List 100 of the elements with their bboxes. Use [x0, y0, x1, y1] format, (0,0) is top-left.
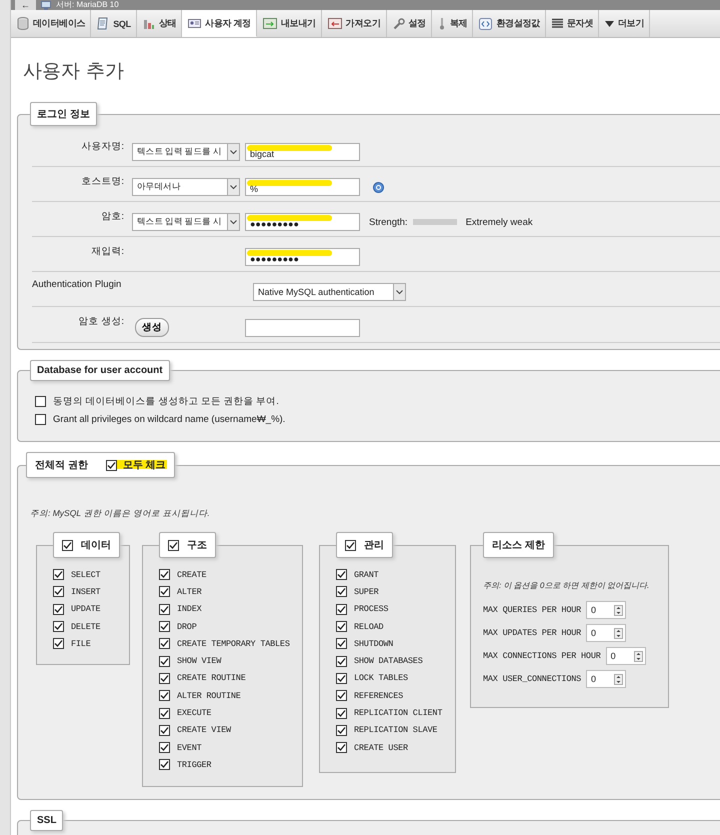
checkbox[interactable]: [159, 759, 170, 770]
field-label: 암호 생성:: [78, 315, 125, 328]
tab[interactable]: 복제: [432, 10, 474, 37]
tab[interactable]: 더보기: [598, 10, 650, 37]
checkbox[interactable]: [336, 742, 347, 754]
checkbox[interactable]: [336, 690, 347, 702]
limit-label: MAX QUERIES PER HOUR: [483, 605, 582, 615]
tab[interactable]: SQL: [91, 10, 137, 37]
dropdown[interactable]: 아무데서나: [132, 178, 240, 196]
tab[interactable]: 가져오기: [322, 10, 387, 37]
checkbox[interactable]: [53, 586, 64, 598]
strength-text: Extremely weak: [466, 216, 533, 228]
tab[interactable]: 설정: [386, 10, 432, 37]
privilege-label: INSERT: [71, 586, 100, 597]
input-field[interactable]: ●●●●●●●●●: [245, 213, 360, 231]
checkbox[interactable]: [62, 540, 73, 550]
input-field[interactable]: ●●●●●●●●●: [245, 248, 360, 266]
generate-button[interactable]: 생성: [135, 318, 169, 337]
tab[interactable]: 환경설정값: [473, 10, 546, 37]
spinner-arrows-icon[interactable]: [614, 674, 624, 684]
input-field[interactable]: %: [245, 178, 360, 196]
privilege-label: CREATE VIEW: [177, 725, 231, 736]
checkbox[interactable]: [159, 569, 170, 580]
privilege-label: INDEX: [177, 604, 202, 614]
privilege-label: ALTER ROUTINE: [177, 690, 241, 701]
tab[interactable]: 데이터베이스: [11, 10, 92, 37]
list-icon: [552, 18, 563, 29]
dropdown[interactable]: 텍스트 입력 필드를 시: [132, 143, 240, 161]
input-field[interactable]: [245, 318, 360, 336]
checkbox[interactable]: [159, 621, 170, 632]
field-label: 암호:: [100, 210, 125, 223]
privilege-label: EVENT: [177, 742, 202, 753]
checkbox[interactable]: [53, 621, 64, 632]
privilege-label: SHUTDOWN: [354, 638, 394, 649]
field-label: Authentication Plugin: [32, 279, 122, 290]
checkbox[interactable]: [336, 708, 347, 719]
privilege-label: UPDATE: [71, 604, 100, 614]
checkbox[interactable]: [106, 460, 117, 470]
help-icon[interactable]: [373, 182, 384, 192]
tab[interactable]: 문자셋: [546, 10, 599, 37]
checkbox[interactable]: [159, 672, 170, 684]
legend-text: 구조: [187, 539, 207, 552]
checkbox[interactable]: [53, 604, 64, 615]
server-icon: [41, 0, 51, 10]
dropdown[interactable]: 텍스트 입력 필드를 시: [132, 213, 240, 231]
privilege-label: LOCK TABLES: [354, 673, 408, 684]
checkbox[interactable]: [336, 586, 347, 598]
input-field[interactable]: bigcat: [245, 143, 360, 161]
privilege-label: PROCESS: [354, 604, 388, 614]
spinner-arrows-icon[interactable]: [614, 628, 624, 638]
checkbox[interactable]: [336, 621, 347, 632]
tab[interactable]: 사용자 계정: [182, 10, 257, 37]
checkbox[interactable]: [53, 638, 64, 650]
checkbox[interactable]: [159, 656, 170, 667]
checkbox[interactable]: [345, 540, 356, 550]
checkbox[interactable]: [336, 656, 347, 667]
privilege-label: REPLICATION CLIENT: [354, 708, 442, 718]
checkbox[interactable]: [159, 742, 170, 754]
section-legend: SSL: [30, 810, 64, 831]
privilege-label: SHOW VIEW: [177, 656, 222, 666]
checkbox[interactable]: [336, 672, 347, 684]
number-field[interactable]: 0: [586, 601, 626, 619]
checkbox[interactable]: [159, 690, 170, 702]
legend-text: 관리: [364, 539, 384, 552]
checkbox[interactable]: [159, 724, 170, 736]
checkbox[interactable]: [159, 708, 170, 719]
thermometer-icon: [438, 17, 446, 30]
checkbox[interactable]: [159, 604, 170, 615]
number-field[interactable]: 0: [586, 670, 626, 688]
privilege-label: FILE: [71, 638, 91, 649]
check-all-label[interactable]: 모두 체크: [122, 458, 166, 472]
database-icon: [17, 17, 29, 30]
page-title: 사용자 추가: [23, 59, 126, 84]
privilege-label: CREATE TEMPORARY TABLES: [177, 638, 290, 649]
chevron-down-icon: [230, 184, 237, 190]
limit-label: MAX USER_CONNECTIONS: [483, 674, 582, 684]
export-icon: [262, 18, 277, 29]
checkbox[interactable]: [336, 569, 347, 580]
spinner-arrows-icon[interactable]: [614, 604, 624, 616]
legend-text: 데이터: [81, 539, 111, 552]
checkbox[interactable]: [159, 638, 170, 650]
checkbox[interactable]: [35, 414, 46, 425]
checkbox[interactable]: [336, 638, 347, 650]
tab[interactable]: 내보내기: [256, 10, 322, 37]
spinner-arrows-icon[interactable]: [634, 650, 643, 662]
document-icon: [97, 17, 110, 30]
number-field[interactable]: 0: [586, 624, 626, 642]
checkbox[interactable]: [336, 604, 347, 615]
checkbox[interactable]: [336, 724, 347, 736]
checkbox[interactable]: [53, 569, 64, 580]
checkbox[interactable]: [159, 586, 170, 598]
field-label: 호스트명:: [80, 175, 125, 188]
number-field[interactable]: 0: [606, 647, 646, 665]
strength-label: Strength:: [369, 216, 408, 228]
privilege-label: DELETE: [71, 622, 100, 632]
back-link[interactable]: ←: [15, 0, 36, 10]
note-text: 주의: 이 옵션을 0으로 하면 제한이 없어집니다.: [483, 580, 650, 591]
dropdown[interactable]: Native MySQL authentication: [253, 283, 406, 301]
checkbox[interactable]: [35, 396, 46, 407]
checkbox[interactable]: [168, 540, 179, 550]
